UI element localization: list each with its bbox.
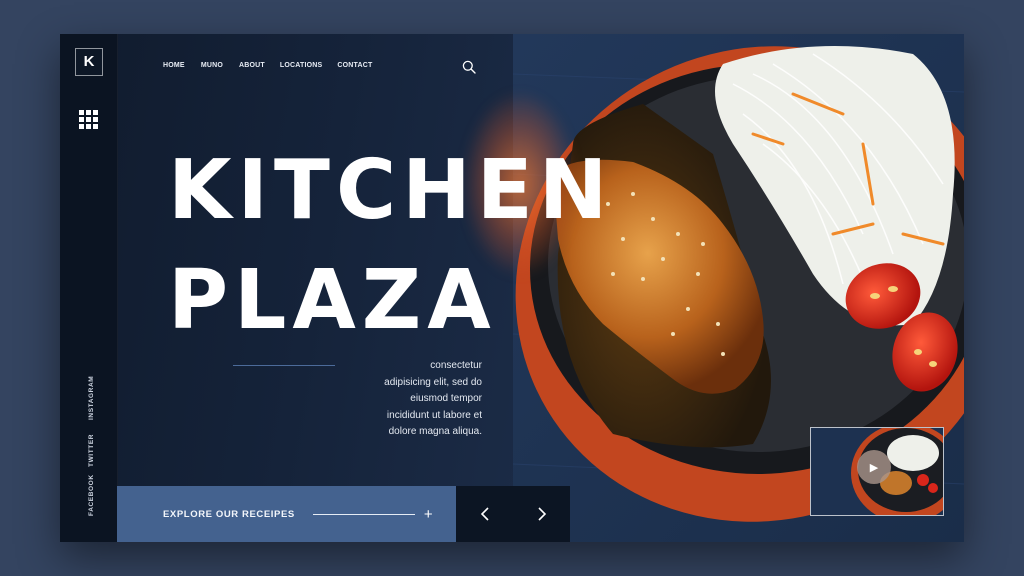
nav-locations[interactable]: LOCATIONS — [280, 62, 323, 69]
explore-line — [312, 513, 415, 515]
top-nav: HOME MUNO ABOUT LOCATIONS CONTACT — [163, 62, 373, 69]
explore-label: EXPLORE OUR RECEIPES — [163, 508, 295, 520]
play-icon[interactable]: ▶ — [857, 450, 891, 484]
grid-icon[interactable] — [79, 110, 98, 129]
chevron-right-icon — [537, 507, 546, 521]
next-slide-button[interactable] — [513, 486, 570, 542]
nav-contact[interactable]: CONTACT — [337, 62, 372, 69]
social-link-facebook[interactable]: FACEBOOK — [88, 474, 95, 516]
hero-title: KITCHEN PLAZA — [168, 136, 613, 356]
nav-home[interactable]: HOME — [163, 62, 185, 69]
explore-recipes-button[interactable]: EXPLORE OUR RECEIPES + — [117, 486, 456, 542]
nav-muno[interactable]: MUNO — [201, 62, 223, 69]
prev-slide-button[interactable] — [456, 486, 513, 542]
hero-description: consectetur adipisicing elit, sed do eiu… — [360, 358, 482, 441]
nav-about[interactable]: ABOUT — [239, 62, 265, 69]
description-line: dolore magna aliqua. — [388, 426, 482, 437]
hero-title-line1: KITCHEN — [168, 143, 614, 238]
landing-page: K INSTAGRAM TWITTER FACEBOOK HOME MUNO A… — [60, 34, 964, 542]
description-line: consectetur — [430, 360, 482, 371]
chevron-left-icon — [480, 507, 489, 521]
search-icon[interactable] — [462, 60, 476, 74]
brand-logo[interactable]: K — [75, 48, 103, 76]
social-link-twitter[interactable]: TWITTER — [88, 434, 95, 467]
description-line: eiusmod tempor — [410, 393, 482, 404]
hero-title-line2: PLAZA — [168, 253, 497, 348]
social-link-instagram[interactable]: INSTAGRAM — [88, 376, 95, 420]
plus-icon: + — [423, 505, 433, 523]
video-thumbnail[interactable]: ▶ — [810, 427, 944, 516]
description-line: incididunt ut labore et — [386, 409, 482, 421]
description-line: adipisicing elit, sed do — [384, 376, 482, 388]
title-divider — [233, 365, 335, 366]
slider-controls — [456, 486, 570, 542]
